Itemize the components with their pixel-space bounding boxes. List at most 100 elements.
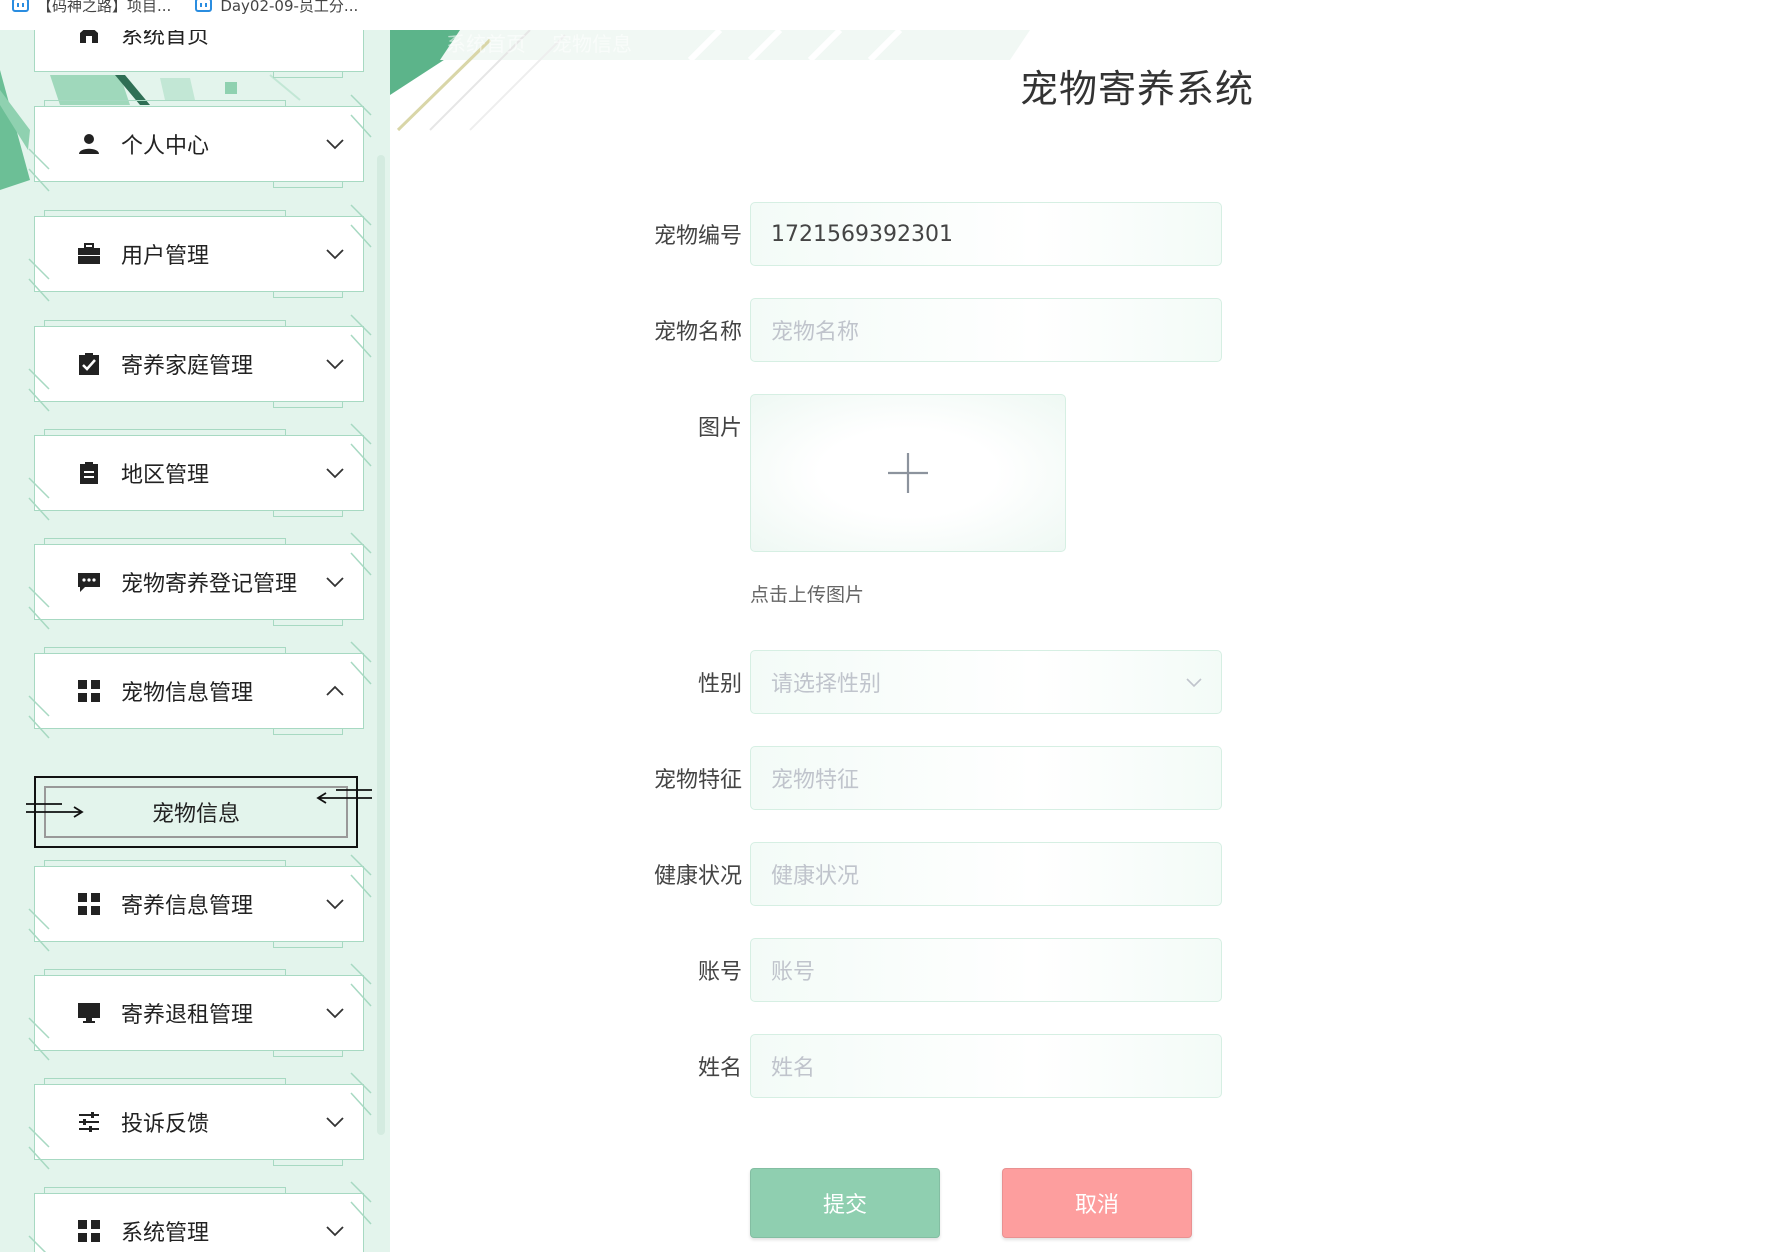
grid-icon [77, 679, 101, 703]
sidebar-item-foster-family[interactable]: 寄养家庭管理 [28, 314, 372, 412]
monitor-icon [77, 1001, 101, 1025]
sidebar-item-label: 寄养信息管理 [121, 894, 254, 919]
bookmarks-bar: 【码神之路】项目... Day02-09-员工分... [0, 0, 1778, 30]
features-label: 宠物特征 [653, 768, 742, 793]
bookmark-label: Day02-09-员工分... [220, 0, 359, 15]
sidebar-item-foster-info[interactable]: 寄养信息管理 [28, 854, 372, 952]
sidebar-item-label: 宠物寄养登记管理 [121, 572, 298, 597]
sidebar-item-label: 投诉反馈 [121, 1112, 210, 1137]
sidebar-scrollbar[interactable] [377, 155, 385, 1135]
image-label: 图片 [697, 416, 742, 441]
chevron-down-icon [326, 468, 344, 479]
decor-slash [350, 423, 372, 467]
decor-slash [28, 477, 50, 521]
features-input[interactable]: 宠物特征 [750, 746, 1222, 810]
briefcase-icon [77, 242, 101, 266]
chevron-down-icon [326, 359, 344, 370]
home-icon [77, 30, 101, 46]
sidebar-item-complaint-feedback[interactable]: 投诉反馈 [28, 1072, 372, 1170]
bilibili-icon [195, 0, 213, 12]
breadcrumb: 系统首页 宠物信息 [446, 30, 632, 57]
account-label: 账号 [697, 960, 742, 985]
breadcrumb-current: 宠物信息 [552, 32, 632, 56]
form-row-image: 图片 点击上传图片 [390, 394, 1390, 624]
decor-slash [28, 258, 50, 302]
form-row-pet-name: 宠物名称 宠物名称 [390, 298, 1390, 362]
decor-slash [28, 1126, 50, 1170]
breadcrumb-home[interactable]: 系统首页 [446, 30, 526, 57]
decor-slash [28, 695, 50, 739]
sidebar-item-region[interactable]: 地区管理 [28, 423, 372, 521]
sliders-icon [77, 1110, 101, 1134]
chevron-down-icon [326, 1226, 344, 1237]
form-row-features: 宠物特征 宠物特征 [390, 746, 1390, 810]
decor-slash [28, 148, 50, 192]
chevron-down-icon [326, 249, 344, 260]
sidebar-item-label: 用户管理 [121, 244, 210, 269]
gender-select-placeholder: 请选择性别 [771, 672, 882, 697]
pet-number-input[interactable]: 1721569392301 [750, 202, 1222, 266]
chevron-down-icon [1186, 678, 1202, 688]
upload-hint[interactable]: 点击上传图片 [750, 580, 864, 607]
image-upload-box[interactable] [750, 394, 1066, 552]
sidebar-item-label: 个人中心 [121, 134, 210, 159]
chevron-down-icon [326, 899, 344, 910]
decor-slash [350, 854, 372, 898]
decor-slash [28, 586, 50, 630]
arrow-left-icon [316, 789, 372, 804]
sidebar-item-foster-registration[interactable]: 宠物寄养登记管理 [28, 532, 372, 630]
chevron-down-icon [326, 139, 344, 150]
account-input[interactable]: 账号 [750, 938, 1222, 1002]
decor-slash [350, 314, 372, 358]
gender-label: 性别 [697, 672, 742, 697]
grid-icon [77, 892, 101, 916]
decor-slash [350, 532, 372, 576]
sidebar-item-personal-center[interactable]: 个人中心 [28, 94, 372, 192]
decor-slash [350, 641, 372, 685]
decor-slash [350, 963, 372, 1007]
sidebar-item-foster-termination[interactable]: 寄养退租管理 [28, 963, 372, 1061]
user-icon [77, 132, 101, 156]
decor-slash [28, 908, 50, 952]
name-input[interactable]: 姓名 [750, 1034, 1222, 1098]
pet-number-label: 宠物编号 [653, 224, 742, 249]
sidebar-item-user-management[interactable]: 用户管理 [28, 204, 372, 302]
sidebar-item-label: 系统管理 [121, 1221, 210, 1246]
cancel-button[interactable]: 取消 [1002, 1168, 1192, 1238]
decor-slash [350, 1072, 372, 1116]
comment-icon [77, 570, 101, 594]
bilibili-icon [12, 0, 29, 12]
sidebar: 系统首页 个人中心 用户管理 寄养家庭管理 地区管理 宠物寄养登记管理 宠物信息… [0, 30, 390, 1252]
clipboard-list-icon [77, 461, 101, 485]
form-row-health: 健康状况 健康状况 [390, 842, 1390, 906]
gender-select[interactable]: 请选择性别 [750, 650, 1222, 714]
sidebar-subitem-pet-info[interactable]: 宠物信息 [26, 776, 372, 848]
chevron-down-icon [326, 577, 344, 588]
name-label: 姓名 [697, 1056, 742, 1081]
health-label: 健康状况 [653, 864, 742, 889]
bookmark-label: 【码神之路】项目... [37, 0, 172, 15]
sidebar-item-label: 寄养家庭管理 [121, 354, 254, 379]
submit-button[interactable]: 提交 [750, 1168, 940, 1238]
decor-slash [350, 94, 372, 138]
decor-slash [28, 368, 50, 412]
decor-slash [28, 1017, 50, 1061]
sidebar-item-label: 寄养退租管理 [121, 1003, 254, 1028]
sidebar-item-label: 系统首页 [121, 30, 210, 49]
form-row-gender: 性别 请选择性别 [390, 650, 1390, 714]
arrow-right-icon [26, 803, 84, 818]
bookmark-item[interactable]: 【码神之路】项目... [12, 0, 172, 15]
chevron-down-icon [326, 1008, 344, 1019]
decor-slash [28, 1235, 47, 1252]
grid-icon [77, 1219, 101, 1243]
form-row-name: 姓名 姓名 [390, 1034, 1390, 1098]
sidebar-item-system-management[interactable]: 系统管理 [28, 1181, 372, 1252]
form-row-account: 账号 账号 [390, 938, 1390, 1002]
bookmark-item[interactable]: Day02-09-员工分... [195, 0, 359, 15]
sidebar-item-pet-info-management[interactable]: 宠物信息管理 [28, 641, 372, 739]
sidebar-item-home[interactable]: 系统首页 [34, 30, 364, 78]
pet-name-input[interactable]: 宠物名称 [750, 298, 1222, 362]
page-title: 宠物寄养系统 [1020, 67, 1255, 111]
health-input[interactable]: 健康状况 [750, 842, 1222, 906]
sidebar-item-label: 地区管理 [121, 463, 210, 488]
